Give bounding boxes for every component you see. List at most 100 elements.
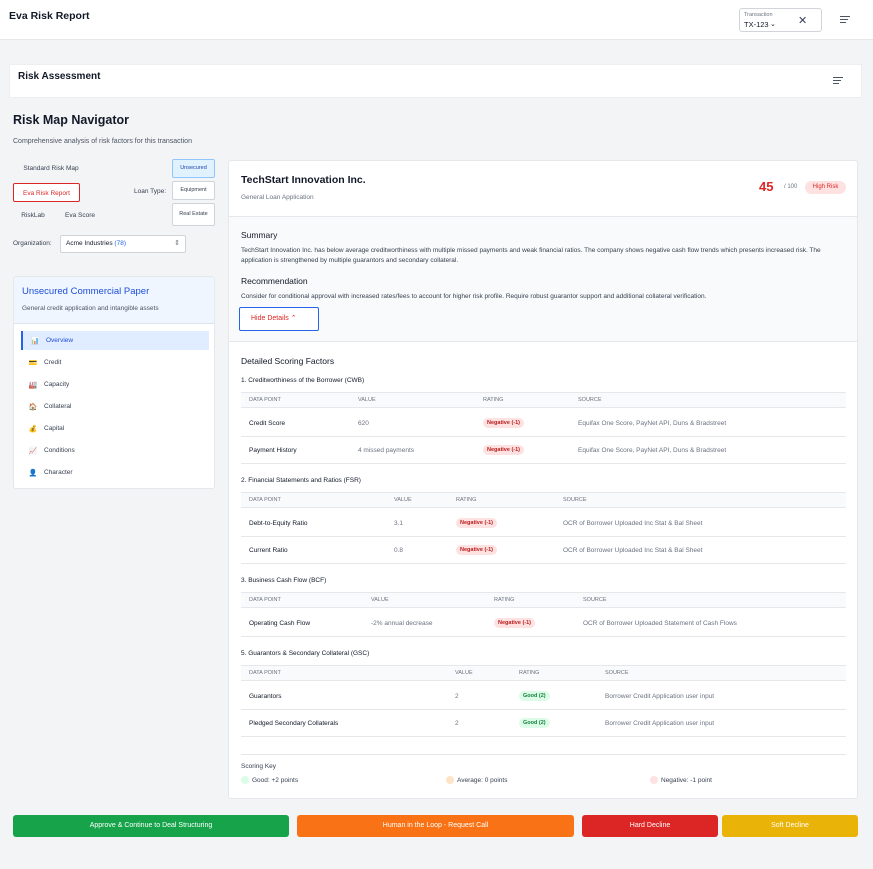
- sidebar-item-label: Overview: [46, 337, 74, 344]
- app-title: Eva Risk Report: [9, 10, 90, 22]
- recommendation-text: Consider for conditional approval with i…: [241, 293, 707, 300]
- hard-decline-button[interactable]: Hard Decline: [582, 815, 718, 837]
- risk-level-badge: High Risk: [805, 181, 846, 194]
- close-icon[interactable]: ✕: [798, 14, 807, 27]
- report-card: TechStart Innovation Inc. General Loan A…: [228, 160, 858, 799]
- side-nav-header: Unsecured Commercial Paper General credi…: [14, 277, 214, 324]
- data-point: Pledged Secondary Collaterals: [249, 719, 339, 727]
- approve-button[interactable]: Approve & Continue to Deal Structuring: [13, 815, 289, 837]
- rating-badge: Good (2): [519, 718, 550, 728]
- key-good: Good: +2 points: [241, 776, 298, 784]
- table-row: Guarantors 2 Good (2) Borrower Credit Ap…: [241, 683, 846, 710]
- chevron-up-icon: ⌃: [290, 315, 297, 322]
- menu-icon[interactable]: [840, 16, 850, 24]
- trend-chart-icon: 📈: [28, 447, 38, 455]
- sidebar-item-character[interactable]: 👤 Character: [21, 463, 209, 482]
- loan-type-unsecured[interactable]: Unsecured: [172, 159, 215, 178]
- recommendation-title: Recommendation: [241, 276, 308, 286]
- data-value: -2% annual decrease: [371, 619, 433, 627]
- company-name: TechStart Innovation Inc.: [241, 174, 366, 186]
- hide-details-label: Hide Details: [251, 315, 289, 322]
- table-row: Debt-to-Equity Ratio 3.1 Negative (-1) O…: [241, 510, 846, 537]
- risk-score: 45: [759, 179, 774, 194]
- data-point: Payment History: [249, 446, 297, 454]
- side-nav-subtitle: General credit application and intangibl…: [22, 305, 159, 312]
- key-average-label: Average: 0 points: [457, 776, 508, 784]
- sidebar-item-credit[interactable]: 💳 Credit: [21, 353, 209, 372]
- sidebar-item-capacity[interactable]: 🏭 Capacity: [21, 375, 209, 394]
- data-source: Borrower Credit Application user input: [605, 692, 715, 700]
- data-value: 3.1: [394, 519, 404, 527]
- col-header-data-point: DATA POINT: [249, 397, 281, 403]
- tab-standard-risk-map[interactable]: Standard Risk Map: [13, 159, 89, 178]
- tab-eva-score[interactable]: Eva Score: [58, 206, 102, 225]
- data-value: 2: [455, 692, 459, 700]
- hide-details-button[interactable]: Hide Details ⌃: [239, 307, 319, 331]
- scoring-factors-title: Detailed Scoring Factors: [241, 356, 335, 366]
- side-nav-card: Unsecured Commercial Paper General credi…: [13, 276, 215, 489]
- data-point: Operating Cash Flow: [249, 619, 311, 627]
- loan-type-real-estate[interactable]: Real Estate: [172, 203, 215, 226]
- data-point: Guarantors: [249, 692, 282, 700]
- soft-decline-button[interactable]: Soft Decline: [722, 815, 858, 837]
- tab-eva-risk-report[interactable]: Eva Risk Report: [13, 183, 80, 202]
- col-header-rating: RATING: [519, 670, 540, 676]
- rating-badge: Negative (-1): [456, 518, 498, 528]
- col-header-rating: RATING: [456, 497, 477, 503]
- key-negative-label: Negative: -1 point: [661, 776, 712, 784]
- organization-select[interactable]: Acme Industries (78) ⇕: [60, 235, 186, 253]
- human-in-loop-button[interactable]: Human in the Loop - Request Call: [297, 815, 574, 837]
- group-title: 2. Financial Statements and Ratios (FSR): [241, 477, 361, 484]
- house-icon: 🏠: [28, 403, 38, 411]
- col-header-value: VALUE: [358, 397, 376, 403]
- data-point: Credit Score: [249, 419, 286, 427]
- sidebar-item-capital[interactable]: 💰 Capital: [21, 419, 209, 438]
- top-bar: Eva Risk Report Transaction TX-123 ⌄ ✕: [0, 0, 873, 40]
- sidebar-item-label: Credit: [44, 359, 62, 366]
- sidebar-item-overview[interactable]: 📊 Overview: [21, 331, 209, 350]
- table-row: Payment History 4 missed payments Negati…: [241, 437, 846, 464]
- table-row: Current Ratio 0.8 Negative (-1) OCR of B…: [241, 537, 846, 564]
- group-title: 1. Creditworthiness of the Borrower (CWB…: [241, 377, 365, 384]
- sidebar-item-conditions[interactable]: 📈 Conditions: [21, 441, 209, 460]
- col-header-data-point: DATA POINT: [249, 597, 281, 603]
- sidebar-item-label: Capacity: [44, 381, 70, 388]
- data-value: 2: [455, 719, 459, 727]
- sidebar-item-label: Collateral: [44, 403, 72, 410]
- data-source: OCR of Borrower Uploaded Inc Stat & Bal …: [563, 546, 703, 554]
- risk-assessment-bar: Risk Assessment: [9, 64, 862, 98]
- organization-count: (78): [114, 240, 126, 247]
- sidebar-item-label: Conditions: [44, 447, 75, 454]
- transaction-select[interactable]: Transaction TX-123 ⌄ ✕: [739, 8, 822, 32]
- select-arrows-icon: ⇕: [174, 240, 180, 247]
- scoring-key-title: Scoring Key: [241, 763, 277, 770]
- key-good-label: Good: +2 points: [252, 776, 299, 784]
- key-average: Average: 0 points: [446, 776, 507, 784]
- col-header-rating: RATING: [494, 597, 515, 603]
- col-header-data-point: DATA POINT: [249, 670, 281, 676]
- organization-value: Acme Industries: [66, 240, 113, 247]
- menu-icon[interactable]: [833, 77, 843, 85]
- data-source: Equifax One Score, PayNet API, Duns & Br…: [578, 446, 727, 454]
- loan-type-equipment[interactable]: Equipment: [172, 181, 215, 200]
- col-header-data-point: DATA POINT: [249, 497, 281, 503]
- col-header-rating: RATING: [483, 397, 504, 403]
- sidebar-item-collateral[interactable]: 🏠 Collateral: [21, 397, 209, 416]
- col-header-value: VALUE: [394, 497, 412, 503]
- table-row: Credit Score 620 Negative (-1) Equifax O…: [241, 410, 846, 437]
- loan-type-label: Loan Type:: [134, 188, 167, 195]
- factory-icon: 🏭: [28, 381, 38, 389]
- table-header: DATA POINT VALUE RATING SOURCE: [241, 392, 846, 408]
- tab-risklab[interactable]: RiskLab: [13, 206, 53, 225]
- col-header-source: SOURCE: [605, 670, 629, 676]
- application-type: General Loan Application: [241, 194, 314, 201]
- table-header: DATA POINT VALUE RATING SOURCE: [241, 592, 846, 608]
- group-title: 3. Business Cash Flow (BCF): [241, 577, 327, 584]
- rating-badge: Good (2): [519, 691, 550, 701]
- average-dot-icon: [446, 776, 454, 784]
- rating-badge: Negative (-1): [483, 418, 525, 428]
- summary-section: Summary TechStart Innovation Inc. has be…: [229, 216, 857, 342]
- data-source: Borrower Credit Application user input: [605, 719, 715, 727]
- bar-chart-icon: 📊: [30, 337, 40, 345]
- divider: [241, 754, 846, 755]
